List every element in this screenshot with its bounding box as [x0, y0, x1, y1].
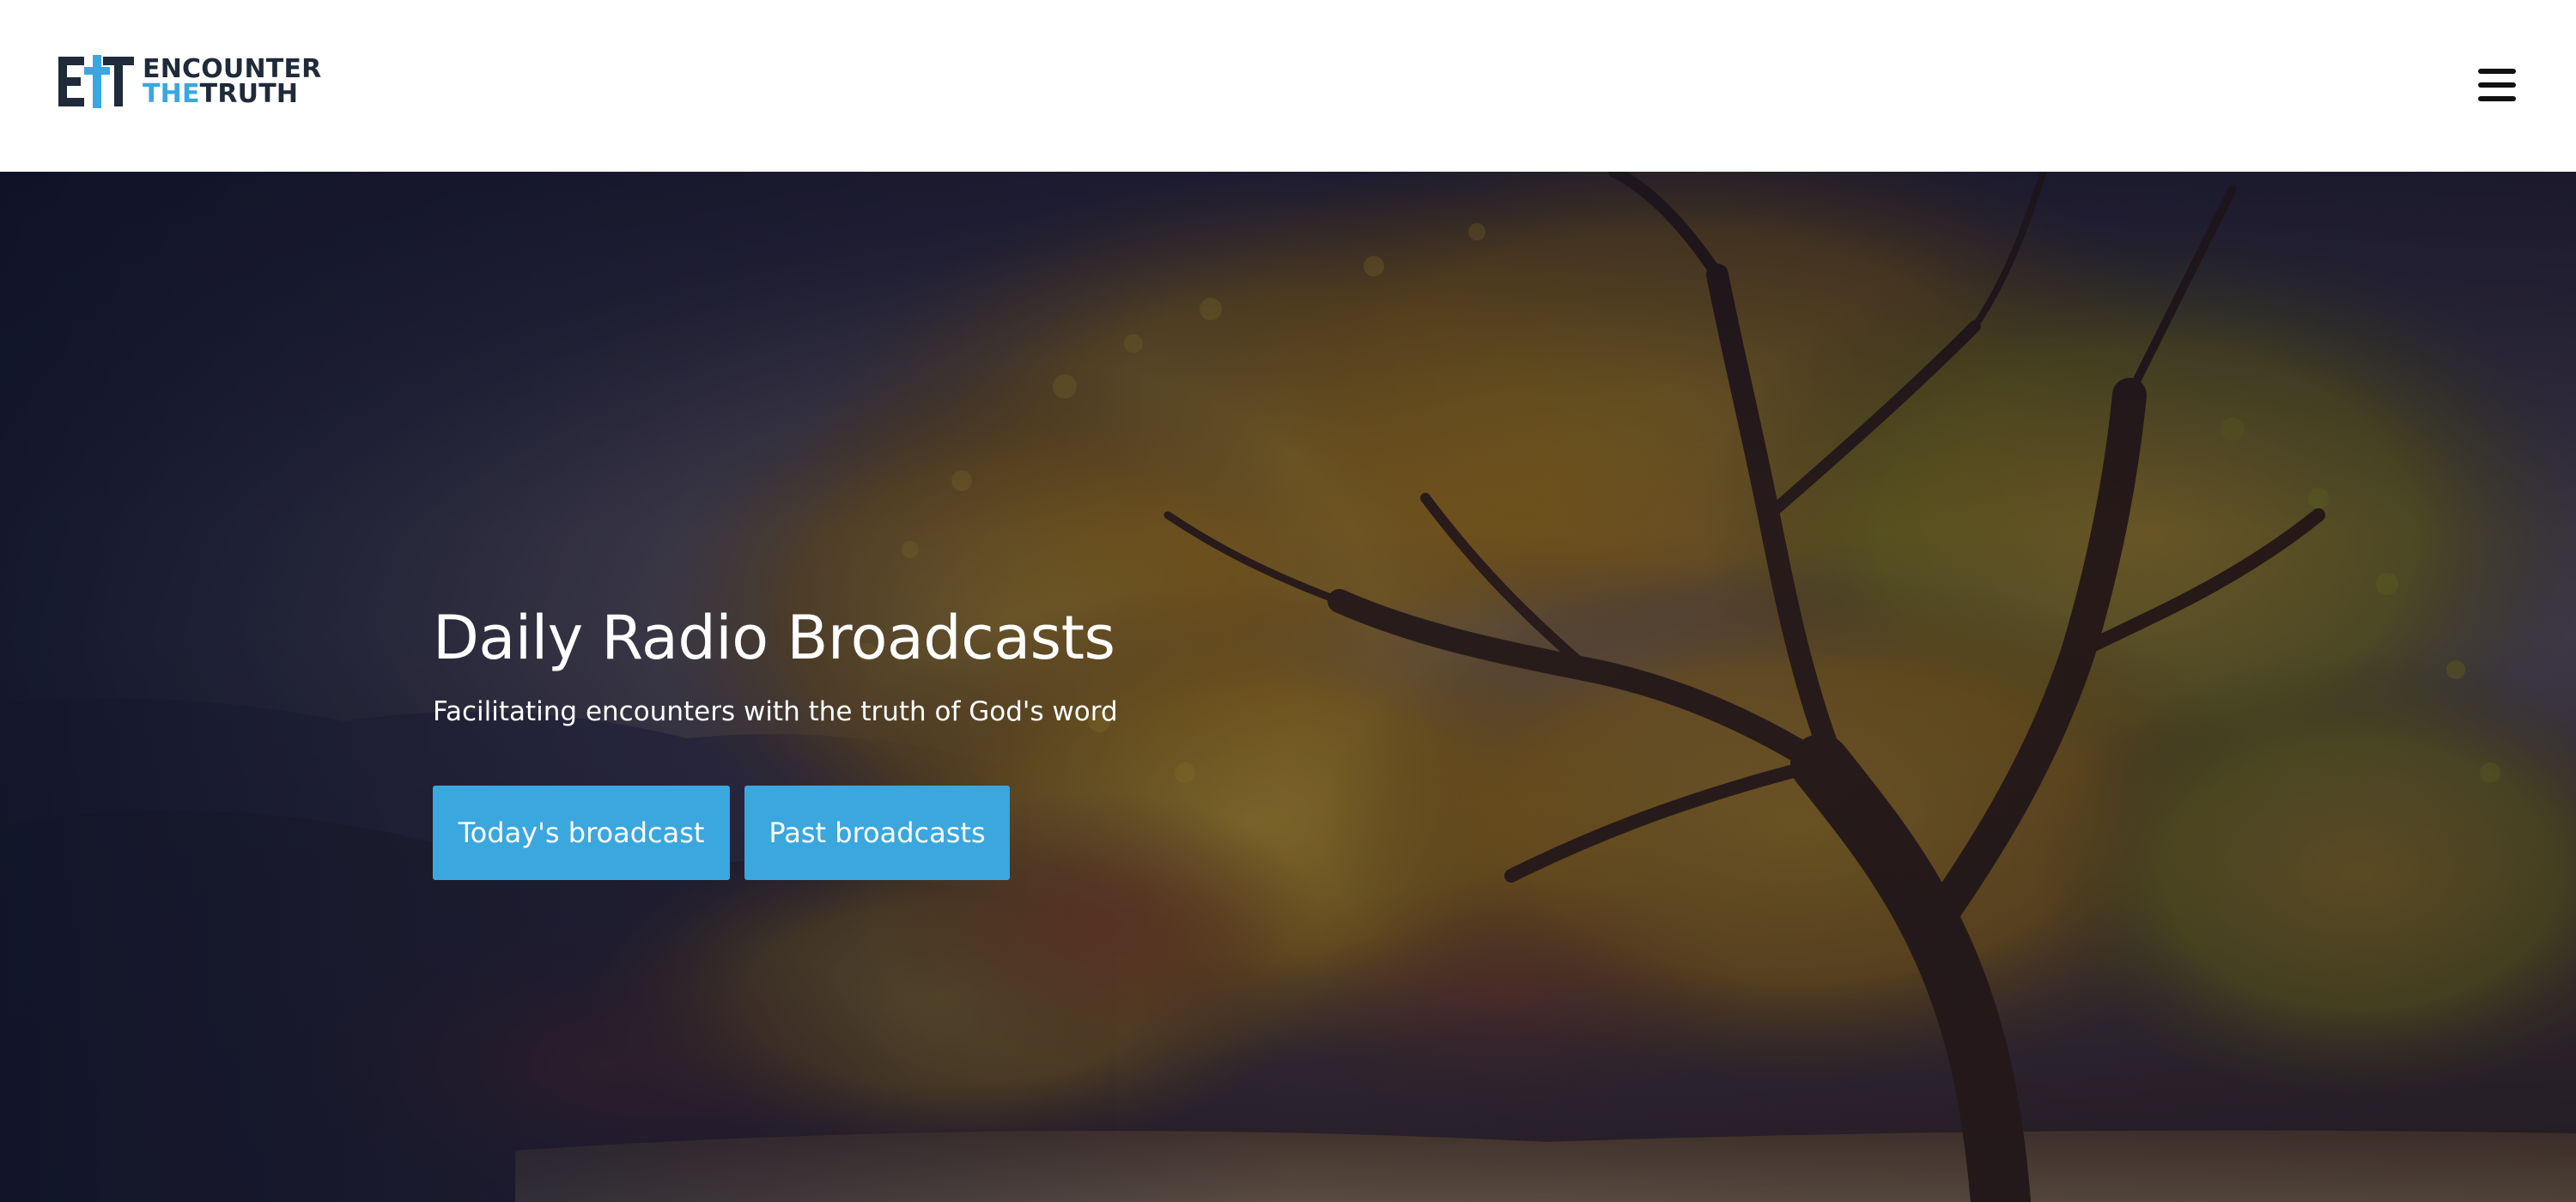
hero-content: Daily Radio Broadcasts Facilitating enco…: [433, 597, 1635, 880]
todays-broadcast-button[interactable]: Today's broadcast: [433, 786, 730, 880]
hamburger-menu-icon-bar: [2478, 82, 2516, 88]
logo-word-the: THE: [143, 79, 200, 109]
logo-wordmark: ENCOUNTER THETRUTH: [143, 54, 322, 109]
hero-subtitle: Facilitating encounters with the truth o…: [433, 696, 1118, 727]
logo-line-the-truth: THETRUTH: [143, 79, 321, 109]
site-logo[interactable]: ENCOUNTER THETRUTH: [58, 55, 321, 108]
logo-word-truth: TRUTH: [199, 79, 299, 109]
logo-mark-icon: [58, 55, 134, 108]
site-header: ENCOUNTER THETRUTH: [0, 0, 2576, 172]
hamburger-menu-button[interactable]: [2473, 65, 2521, 105]
page: ENCOUNTER THETRUTH Daily Radio Broadcast…: [0, 0, 2576, 1202]
hero-buttons: Today's broadcast Past broadcasts: [433, 786, 1635, 880]
hamburger-menu-icon-bar: [2478, 96, 2516, 101]
logo-line-encounter: ENCOUNTER: [143, 54, 322, 84]
hamburger-menu-icon: [2478, 69, 2516, 74]
hero-section: Daily Radio Broadcasts Facilitating enco…: [0, 172, 2576, 1202]
past-broadcasts-button[interactable]: Past broadcasts: [744, 786, 1010, 880]
hero-title: Daily Radio Broadcasts: [433, 603, 1115, 673]
